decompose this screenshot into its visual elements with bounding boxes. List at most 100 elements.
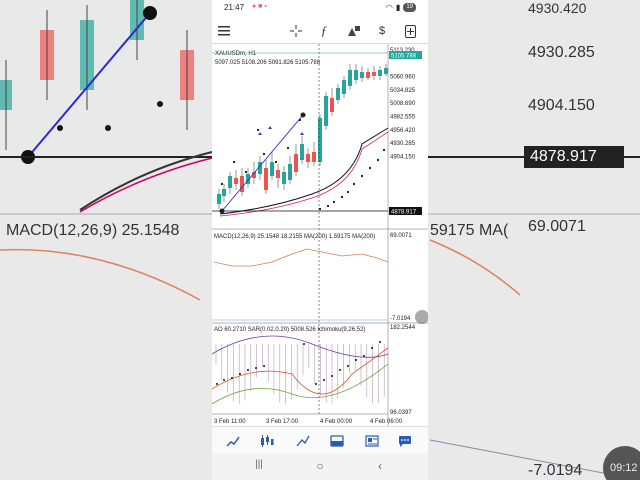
macd-label: MACD(12,26,9) 25.1548 18.2155 MA(200) 1.… [214,234,375,240]
sar-dot [274,160,278,164]
add-order-icon[interactable] [400,21,420,41]
ao-dot [355,359,357,361]
ao-sar-dots [216,341,381,385]
notification-icons: ● ■ ▪ [252,3,267,10]
trade-icon[interactable] [292,431,314,451]
candle-body [270,162,274,176]
recent-apps-icon[interactable]: ||| [249,459,269,470]
candle-body [378,70,382,76]
function-icon[interactable]: ƒ [314,21,334,41]
chart-icon[interactable] [256,431,278,451]
candle-body [264,168,268,190]
candle-body [366,72,370,78]
ao-dot [315,383,317,385]
price-tick-label: 4956.420 [390,128,416,134]
ao-dot [247,369,249,371]
candle-body [228,176,232,188]
price-tick-label: 5060.960 [390,75,416,81]
sar-dot [286,146,290,150]
sar-dot [352,182,356,186]
candle-body [306,154,310,162]
bg-macd-right: 59175 MA( [430,222,509,239]
time-label-1: 3 Feb 11:00 [214,419,246,425]
sar-dot [326,204,330,208]
candle-body [234,178,238,184]
ao-dot [216,383,218,385]
candle-body [222,189,226,196]
candle-body [372,72,376,76]
bottom-nav [212,426,428,454]
bg-price-current: 4878.917 [530,148,597,165]
crosshair-price-label: 4878.917 [391,210,417,216]
candle-body [217,194,221,204]
current-price-label: 5105.788 [391,54,417,60]
ao-low-label: 96.0397 [390,410,412,416]
macd-line [213,248,389,267]
ao-dot [263,365,265,367]
crosshair-icon[interactable] [286,21,306,41]
news-icon[interactable] [361,431,383,451]
time-label-4: 4 Feb 06:00 [370,419,403,425]
candle-body [294,154,298,172]
price-tick-label: 4982.555 [390,115,416,121]
menu-icon[interactable] [214,21,234,41]
time-label-2: 3 Feb 17:00 [266,419,299,425]
ao-dot [323,379,325,381]
ao-dot [347,365,349,367]
signal-icon: ▮ [395,3,401,12]
candle-body [342,80,346,94]
candle-body [384,68,388,74]
ao-label: AO 60.2710 SAR(0.02,0.20) 5008.526 Ichim… [214,327,365,333]
ichimoku-line-red [212,347,389,395]
price-tick-label: 4930.285 [390,141,416,147]
quotes-icon[interactable] [222,431,244,451]
messages-icon[interactable] [394,431,416,451]
bg-price-top: 4930.420 [528,0,587,16]
history-icon[interactable] [326,431,348,451]
symbol-label: XAUUSDm, H1 [215,51,257,57]
home-icon[interactable]: ○ [310,459,330,473]
chart-area[interactable]: XAUUSDm, H1 5097.025 5108.206 5091.826 5… [212,44,428,426]
bg-price-2: 4904.150 [528,97,595,114]
sar-dot [346,190,350,194]
phone-screen: 21:47 ● ■ ▪ ◠ ▮ 19 ƒ $ XAUUSDm, H1 5097.… [212,0,428,480]
indicator-handle[interactable] [415,310,428,324]
symbol-change-icon[interactable]: $ [372,21,392,41]
candle-body [318,118,322,162]
objects-icon[interactable] [344,21,364,41]
ichimoku-line-green [212,363,389,405]
ao-dot [363,355,365,357]
candle-body [324,96,328,126]
wifi-icon: ◠ [385,3,393,12]
sar-dot [262,152,266,156]
ichimoku-line-purple [212,335,389,358]
trend-line-handle-end[interactable] [300,112,306,118]
candle-body [348,70,352,86]
macd-high-label: 69.0071 [390,233,412,239]
bg-corner-time: 09:12 [610,462,638,474]
bg-macd-high: 69.0071 [528,218,586,235]
candle-body [330,98,334,112]
candle-body [354,70,358,80]
macd-low-label: -7.0194 [390,316,411,322]
ao-dot [331,375,333,377]
price-tick-label: 5034.825 [390,88,416,94]
ao-dot [371,347,373,349]
candle-body [276,170,280,178]
back-icon[interactable]: ‹ [370,459,390,473]
sar-dot [368,166,372,170]
sar-dot [332,200,336,204]
candle-body [312,152,316,162]
candle-body [360,72,364,78]
candle-body [300,144,304,160]
battery-icon: 19 [403,3,416,12]
status-bar: 21:47 ● ■ ▪ ◠ ▮ 19 [212,0,428,16]
sar-dot [232,160,236,164]
time-label-3: 4 Feb 00:00 [320,419,353,425]
ao-dot [303,343,305,345]
bg-price-1: 4930.285 [528,44,595,61]
ao-histogram [215,344,385,404]
sar-dot [340,195,344,199]
ao-dot [239,373,241,375]
chart-toolbar: ƒ $ [212,18,428,44]
